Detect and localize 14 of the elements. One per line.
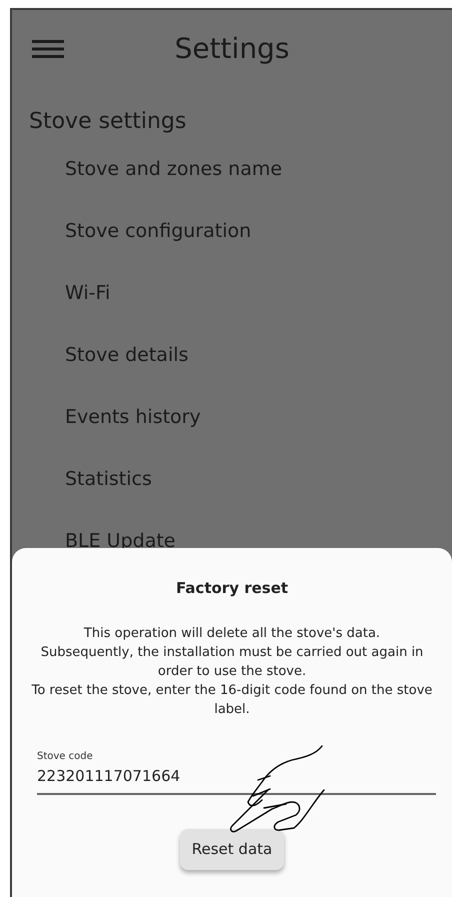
- settings-item[interactable]: Stove configuration: [65, 216, 252, 246]
- warning-message: This operation will delete all the stove's data. Subsequently, the installation must be carried out again in order to use the stove. To reset the stove, enter the 16-digit code found on the stove label.: [30, 624, 434, 718]
- settings-item[interactable]: Statistics: [65, 464, 152, 494]
- stove-code-field[interactable]: 223201117071664: [37, 764, 436, 795]
- settings-item[interactable]: Stove details: [65, 340, 188, 370]
- settings-item[interactable]: Stove and zones name: [65, 154, 282, 184]
- settings-item[interactable]: Wi-Fi: [65, 278, 110, 308]
- sheet-title: Factory reset: [176, 579, 288, 597]
- screen-title: Settings: [174, 31, 290, 67]
- section-heading: Stove settings: [29, 108, 188, 136]
- reset-data-button[interactable]: Reset data: [180, 829, 284, 870]
- field-label: Stove code: [37, 750, 94, 764]
- settings-item[interactable]: Events history: [65, 402, 201, 432]
- menu-icon[interactable]: [32, 40, 64, 58]
